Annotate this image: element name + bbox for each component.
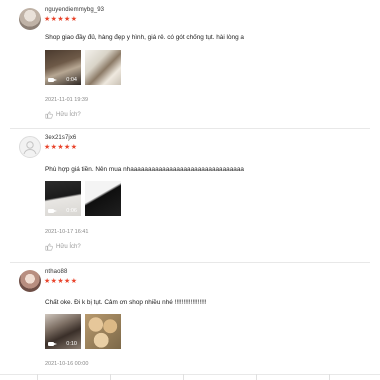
rating-stars: ★★★★★ <box>44 144 78 151</box>
footer-separator <box>256 374 257 380</box>
thumbs-up-icon <box>45 111 53 119</box>
video-camera-icon <box>48 342 57 346</box>
footer-separator <box>183 374 184 380</box>
avatar[interactable] <box>19 136 41 158</box>
review-date: 2021-11-01 19:39 <box>45 97 89 103</box>
helpful-button[interactable]: Hữu Ích? <box>45 243 81 251</box>
rating-stars: ★★★★★ <box>44 16 78 23</box>
helpful-label: Hữu Ích? <box>56 112 81 118</box>
footer-divider <box>0 374 380 375</box>
review-comment: Phù hợp giá tiền. Nên mua nhaaaaaaaaaaaa… <box>45 166 244 173</box>
review-divider <box>10 128 370 129</box>
video-camera-icon <box>48 209 57 213</box>
review-video-thumbnail[interactable]: 0:06 <box>45 181 81 216</box>
footer-separator <box>329 374 330 380</box>
review-media: 0:10 <box>45 314 121 349</box>
review-video-thumbnail[interactable]: 0:04 <box>45 50 81 85</box>
review-image-thumbnail[interactable] <box>85 50 121 85</box>
review-date: 2021-10-17 16:41 <box>45 229 89 235</box>
review-comment: Shop giao đầy đủ, hàng đẹp y hình, giá r… <box>45 34 244 41</box>
user-icon <box>23 141 37 155</box>
video-camera-icon <box>48 78 57 82</box>
footer-separator <box>110 374 111 380</box>
rating-stars: ★★★★★ <box>44 278 78 285</box>
review-date: 2021-10-16 00:00 <box>45 361 89 367</box>
review-username: nguyendiemmybg_93 <box>45 7 105 13</box>
review-image-thumbnail[interactable] <box>85 314 121 349</box>
avatar[interactable] <box>19 8 41 30</box>
avatar[interactable] <box>19 270 41 292</box>
review-video-thumbnail[interactable]: 0:10 <box>45 314 81 349</box>
review-image-thumbnail[interactable] <box>85 181 121 216</box>
video-duration: 0:10 <box>66 341 77 347</box>
review-comment: Chất oke. Đi k bị tụt. Cảm ơn shop nhiều… <box>45 299 207 306</box>
footer-separator <box>37 374 38 380</box>
helpful-button[interactable]: Hữu Ích? <box>45 111 81 119</box>
review-media: 0:06 <box>45 181 121 216</box>
thumbs-up-icon <box>45 243 53 251</box>
review-divider <box>10 262 370 263</box>
helpful-label: Hữu Ích? <box>56 244 81 250</box>
review-username: nthao88 <box>45 269 68 275</box>
video-duration: 0:06 <box>66 208 77 214</box>
video-duration: 0:04 <box>66 77 77 83</box>
review-username: 3ex21s7jx6 <box>45 135 77 141</box>
review-media: 0:04 <box>45 50 121 85</box>
